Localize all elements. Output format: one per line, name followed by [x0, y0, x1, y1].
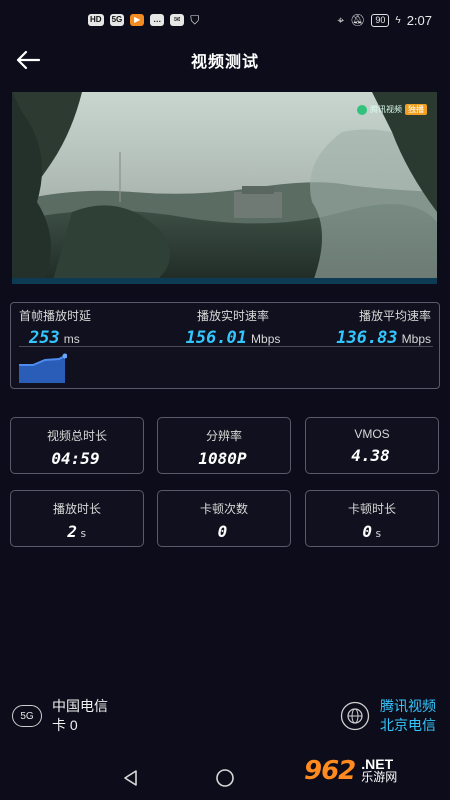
status-time: 2:07 — [406, 12, 432, 28]
metric-unit: ms — [63, 332, 80, 346]
metric-label: 播放实时速率 — [196, 309, 269, 323]
card-label: 卡顿时长 — [347, 502, 396, 516]
card-value: 04:59 — [51, 449, 100, 468]
metric-label: 首帧播放时延 — [19, 309, 92, 323]
shield-icon: ⛉ — [190, 12, 200, 27]
card-resolution: 分辨率 1080P — [157, 417, 291, 474]
card-stall-count: 卡顿次数 0 — [157, 490, 291, 547]
card-vmos: VMOS 4.38 — [305, 417, 439, 474]
5g-signal-icon: 5G — [109, 14, 125, 26]
metric-first-frame-delay: 首帧播放时延 253 ms — [19, 307, 91, 348]
card-value-group: 0 — [158, 522, 290, 541]
title-bar: 视频测试 — [0, 40, 450, 80]
video-thumbnail — [12, 92, 437, 284]
metric-average-rate: 播放平均速率 136.83 Mbps — [336, 307, 431, 348]
card-value-group: 0s — [306, 522, 438, 541]
mail-icon: ✉ — [170, 14, 185, 26]
video-platform: 腾讯视频 — [380, 698, 436, 714]
nav-home-button[interactable] — [213, 766, 237, 790]
card-label: 分辨率 — [205, 429, 242, 443]
status-icons-left: HD 5G ▶ … ✉ ⛉ — [88, 13, 199, 28]
card-value-group: 4.38 — [306, 446, 438, 465]
carrier-name: 中国电信 — [52, 698, 108, 714]
globe-icon[interactable] — [340, 701, 370, 731]
card-unit: s — [80, 527, 87, 540]
page-title: 视频测试 — [190, 54, 259, 71]
card-value: 0 — [362, 522, 372, 541]
card-value: 0 — [217, 522, 228, 541]
card-play-duration: 播放时长 2s — [10, 490, 144, 547]
carrier-text: 中国电信 卡 0 — [52, 697, 108, 735]
metric-unit: Mbps — [401, 332, 431, 346]
card-unit: s — [375, 527, 382, 540]
mute-icon: 🔕︎ — [350, 13, 366, 27]
metric-label: 播放平均速率 — [358, 309, 431, 323]
metric-realtime-rate: 播放实时速率 156.01 Mbps — [173, 307, 293, 348]
metrics-panel: 首帧播放时延 253 ms 播放实时速率 156.01 Mbps 播放平均速率 13… — [10, 302, 440, 389]
metric-value: 156.01 — [185, 328, 248, 348]
app-notification-icon: ▶ — [130, 14, 145, 26]
video-player[interactable]: 腾讯视频 独播 — [12, 92, 437, 284]
card-value: 1080P — [198, 449, 247, 468]
arrow-left-icon — [16, 50, 41, 70]
metric-unit: Mbps — [251, 332, 281, 346]
status-bar: HD 5G ▶ … ✉ ⛉ ⌖ 🔕︎ 90 ϟ 2:07 — [0, 0, 450, 40]
chat-icon: … — [150, 14, 165, 26]
battery-icon: 90 — [371, 13, 390, 27]
watermark-brand: 962 — [304, 756, 356, 786]
sim-card: 卡 0 — [52, 717, 78, 733]
triangle-back-icon — [124, 769, 137, 786]
watermark-side: .NET 乐游网 — [361, 757, 398, 784]
hd-icon: HD — [88, 14, 104, 26]
card-label: 播放时长 — [52, 502, 101, 516]
test-server: 北京电信 — [380, 717, 436, 733]
video-logo-tag: 独播 — [405, 104, 427, 115]
card-value-group: 2s — [11, 522, 143, 541]
nav-back-button[interactable] — [119, 766, 143, 790]
back-button[interactable] — [12, 46, 44, 74]
card-label: VMOS — [354, 427, 390, 441]
speed-sparkline — [19, 353, 67, 383]
metric-value-group: 253 ms — [29, 328, 91, 348]
card-label: 视频总时长 — [46, 429, 107, 443]
metric-value: 136.83 — [336, 328, 398, 348]
carrier-info: 5G 中国电信 卡 0 — [12, 697, 108, 735]
video-logo: 腾讯视频 独播 — [357, 104, 427, 115]
card-value-group: 1080P — [158, 449, 290, 468]
metric-value-group: 136.83 Mbps — [336, 328, 431, 348]
metric-value: 253 — [29, 328, 60, 348]
status-icons-right: ⌖ 🔕︎ 90 ϟ 2:07 — [337, 13, 432, 28]
metric-value-group: 156.01 Mbps — [173, 328, 293, 348]
card-value: 2 — [67, 522, 77, 541]
watermark-sub: 乐游网 — [361, 770, 398, 784]
tencent-video-icon — [357, 104, 367, 115]
watermark-logo: 962 .NET 乐游网 — [304, 748, 444, 794]
metric-divider — [19, 346, 433, 347]
circle-home-icon — [216, 768, 234, 787]
video-logo-text: 腾讯视频 — [370, 105, 402, 114]
card-value: 4.38 — [351, 446, 390, 465]
card-value-group: 04:59 — [11, 449, 143, 468]
source-text: 腾讯视频 北京电信 — [380, 697, 436, 735]
charging-icon: ϟ — [395, 14, 401, 26]
5g-badge-icon: 5G — [12, 705, 42, 727]
card-label: 卡顿次数 — [199, 502, 248, 516]
test-source-info: 腾讯视频 北京电信 — [340, 697, 436, 735]
location-icon: ⌖ — [337, 12, 345, 27]
card-video-total-duration: 视频总时长 04:59 — [10, 417, 144, 474]
card-stall-duration: 卡顿时长 0s — [305, 490, 439, 547]
